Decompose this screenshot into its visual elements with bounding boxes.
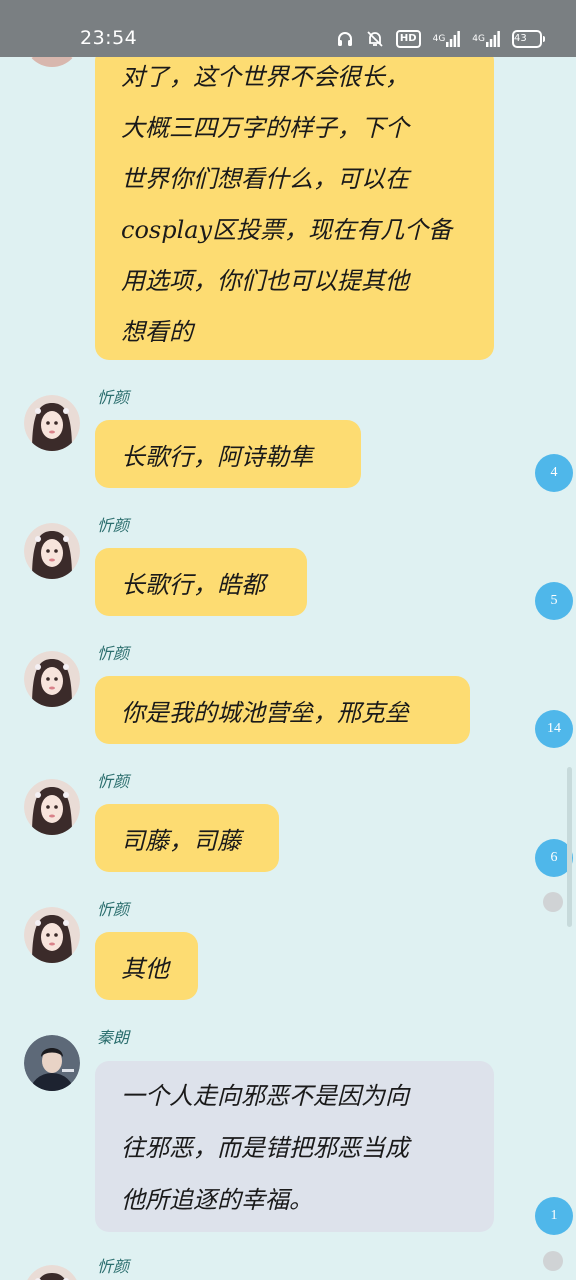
sender-name: 忻颜: [97, 900, 130, 919]
message-bubble[interactable]: 对了，这个世界不会很长， 大概三四万字的样子，下个 世界你们想看什么，可以在 c…: [95, 57, 494, 360]
sender-name: 忻颜: [97, 516, 130, 535]
bell-muted-icon: [366, 30, 384, 48]
message-line: 他所追逐的幸福。: [121, 1186, 313, 1214]
avatar-icon[interactable]: [24, 907, 80, 963]
message-bubble[interactable]: 长歌行，皓都: [95, 548, 307, 616]
reaction-count-badge[interactable]: 1: [535, 1197, 573, 1235]
battery-icon: 43: [512, 30, 545, 48]
message-text: 司藤，司藤: [121, 826, 241, 855]
sender-name: 忻颜: [97, 644, 130, 663]
net-label: 4G: [432, 34, 446, 44]
message-bubble[interactable]: 你是我的城池营垒，邢克垒: [95, 676, 470, 744]
avatar-icon[interactable]: [24, 779, 80, 835]
message-text: 长歌行，阿诗勒隼: [121, 442, 313, 471]
signal-4g-icon: 4G: [433, 31, 461, 47]
sender-name: 忻颜: [97, 388, 130, 407]
net-label: 4G: [472, 34, 485, 44]
reaction-count-badge[interactable]: 5: [535, 582, 573, 620]
avatar-icon[interactable]: [24, 1035, 80, 1091]
message-line: 大概三四万字的样子，下个: [121, 114, 409, 142]
avatar-icon[interactable]: [24, 651, 80, 707]
message-line: 一个人走向邪恶不是因为向: [121, 1082, 409, 1110]
headphones-icon: [336, 30, 354, 48]
sender-name: 忻颜: [97, 1257, 130, 1276]
message-line: 往邪恶，而是错把邪恶当成: [121, 1134, 409, 1162]
sender-name: 忻颜: [97, 772, 130, 791]
message-text: 其他: [121, 954, 169, 983]
message-text: 你是我的城池营垒，邢克垒: [121, 698, 409, 727]
status-bar: 23:54 HD 4G 4G 43: [0, 0, 576, 57]
avatar-icon[interactable]: [24, 57, 80, 67]
avatar-icon[interactable]: [24, 1265, 80, 1280]
unread-indicator-dot: [543, 1251, 563, 1271]
status-icons: HD 4G 4G 43: [336, 27, 545, 51]
message-bubble[interactable]: 司藤，司藤: [95, 804, 279, 872]
message-line: cosplay区投票，现在有几个备: [121, 216, 453, 244]
reaction-count-badge[interactable]: 4: [535, 454, 573, 492]
avatar-icon[interactable]: [24, 395, 80, 451]
status-time: 23:54: [80, 27, 138, 49]
hd-icon: HD: [395, 30, 421, 48]
chat-message-list[interactable]: 对了，这个世界不会很长， 大概三四万字的样子，下个 世界你们想看什么，可以在 c…: [0, 57, 576, 1280]
avatar-icon[interactable]: [24, 523, 80, 579]
message-bubble[interactable]: 长歌行，阿诗勒隼: [95, 420, 361, 488]
sender-name: 秦朗: [97, 1028, 130, 1047]
message-bubble[interactable]: 一个人走向邪恶不是因为向 往邪恶，而是错把邪恶当成 他所追逐的幸福。: [95, 1061, 494, 1232]
signal-4g-icon: 4G: [472, 31, 500, 47]
message-line: 用选项，你们也可以提其他: [121, 267, 409, 295]
message-bubble[interactable]: 其他: [95, 932, 198, 1000]
scrollbar[interactable]: [567, 767, 572, 927]
message-line: 对了，这个世界不会很长，: [121, 63, 409, 91]
unread-indicator-dot: [543, 892, 563, 912]
message-line: 世界你们想看什么，可以在: [121, 165, 409, 193]
message-line: 想看的: [121, 318, 193, 346]
message-text: 长歌行，皓都: [121, 570, 265, 599]
reaction-count-badge[interactable]: 14: [535, 710, 573, 748]
